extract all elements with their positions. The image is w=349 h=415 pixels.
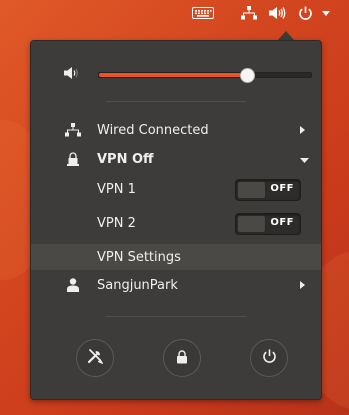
vpn-2-toggle[interactable]: OFF (235, 213, 301, 235)
toggle-knob (237, 215, 266, 233)
chevron-right-icon (300, 278, 305, 293)
vpn-status-label: VPN Off (97, 151, 154, 167)
network-wired-icon (65, 122, 81, 138)
keyboard-icon[interactable] (192, 4, 214, 22)
chevron-right-icon (300, 123, 305, 138)
volume-slider-fill (99, 73, 247, 77)
volume-slider[interactable] (98, 68, 312, 83)
settings-icon (87, 348, 104, 368)
separator (106, 101, 246, 102)
power-button[interactable] (250, 339, 288, 377)
volume-slider-handle[interactable] (240, 68, 255, 83)
vpn-item-label: VPN 2 (97, 215, 136, 231)
system-menu: Wired Connected VPN Off VPN 1 OFF VPN 2 (30, 40, 322, 400)
user-item[interactable]: SangjunPark (31, 274, 321, 296)
volume-icon[interactable] (268, 4, 286, 22)
user-icon (65, 277, 81, 293)
chevron-down-icon (300, 152, 309, 167)
user-name-label: SangjunPark (97, 277, 178, 293)
vpn-item-label: VPN 1 (97, 181, 136, 197)
vpn-settings-label: VPN Settings (97, 249, 181, 265)
wired-connection-label: Wired Connected (97, 122, 209, 138)
volume-low-icon (64, 65, 80, 81)
toggle-state: OFF (270, 183, 294, 194)
separator (106, 316, 246, 317)
vpn-lock-icon (65, 151, 81, 167)
vpn-menu-header[interactable]: VPN Off (31, 148, 321, 170)
network-wired-icon[interactable] (240, 4, 258, 22)
power-icon[interactable] (296, 4, 314, 22)
settings-button[interactable] (76, 339, 114, 377)
vpn-item[interactable]: VPN 2 OFF (31, 212, 321, 235)
toggle-knob (237, 181, 266, 199)
chevron-down-icon[interactable] (321, 4, 331, 22)
lock-icon (176, 349, 188, 368)
vpn-settings-item[interactable]: VPN Settings (31, 244, 321, 270)
wired-connection-item[interactable]: Wired Connected (31, 119, 321, 141)
toggle-state: OFF (270, 217, 294, 228)
vpn-1-toggle[interactable]: OFF (235, 179, 301, 201)
vpn-item[interactable]: VPN 1 OFF (31, 178, 321, 201)
top-panel (0, 0, 349, 27)
power-icon (262, 349, 277, 368)
lock-button[interactable] (163, 339, 201, 377)
